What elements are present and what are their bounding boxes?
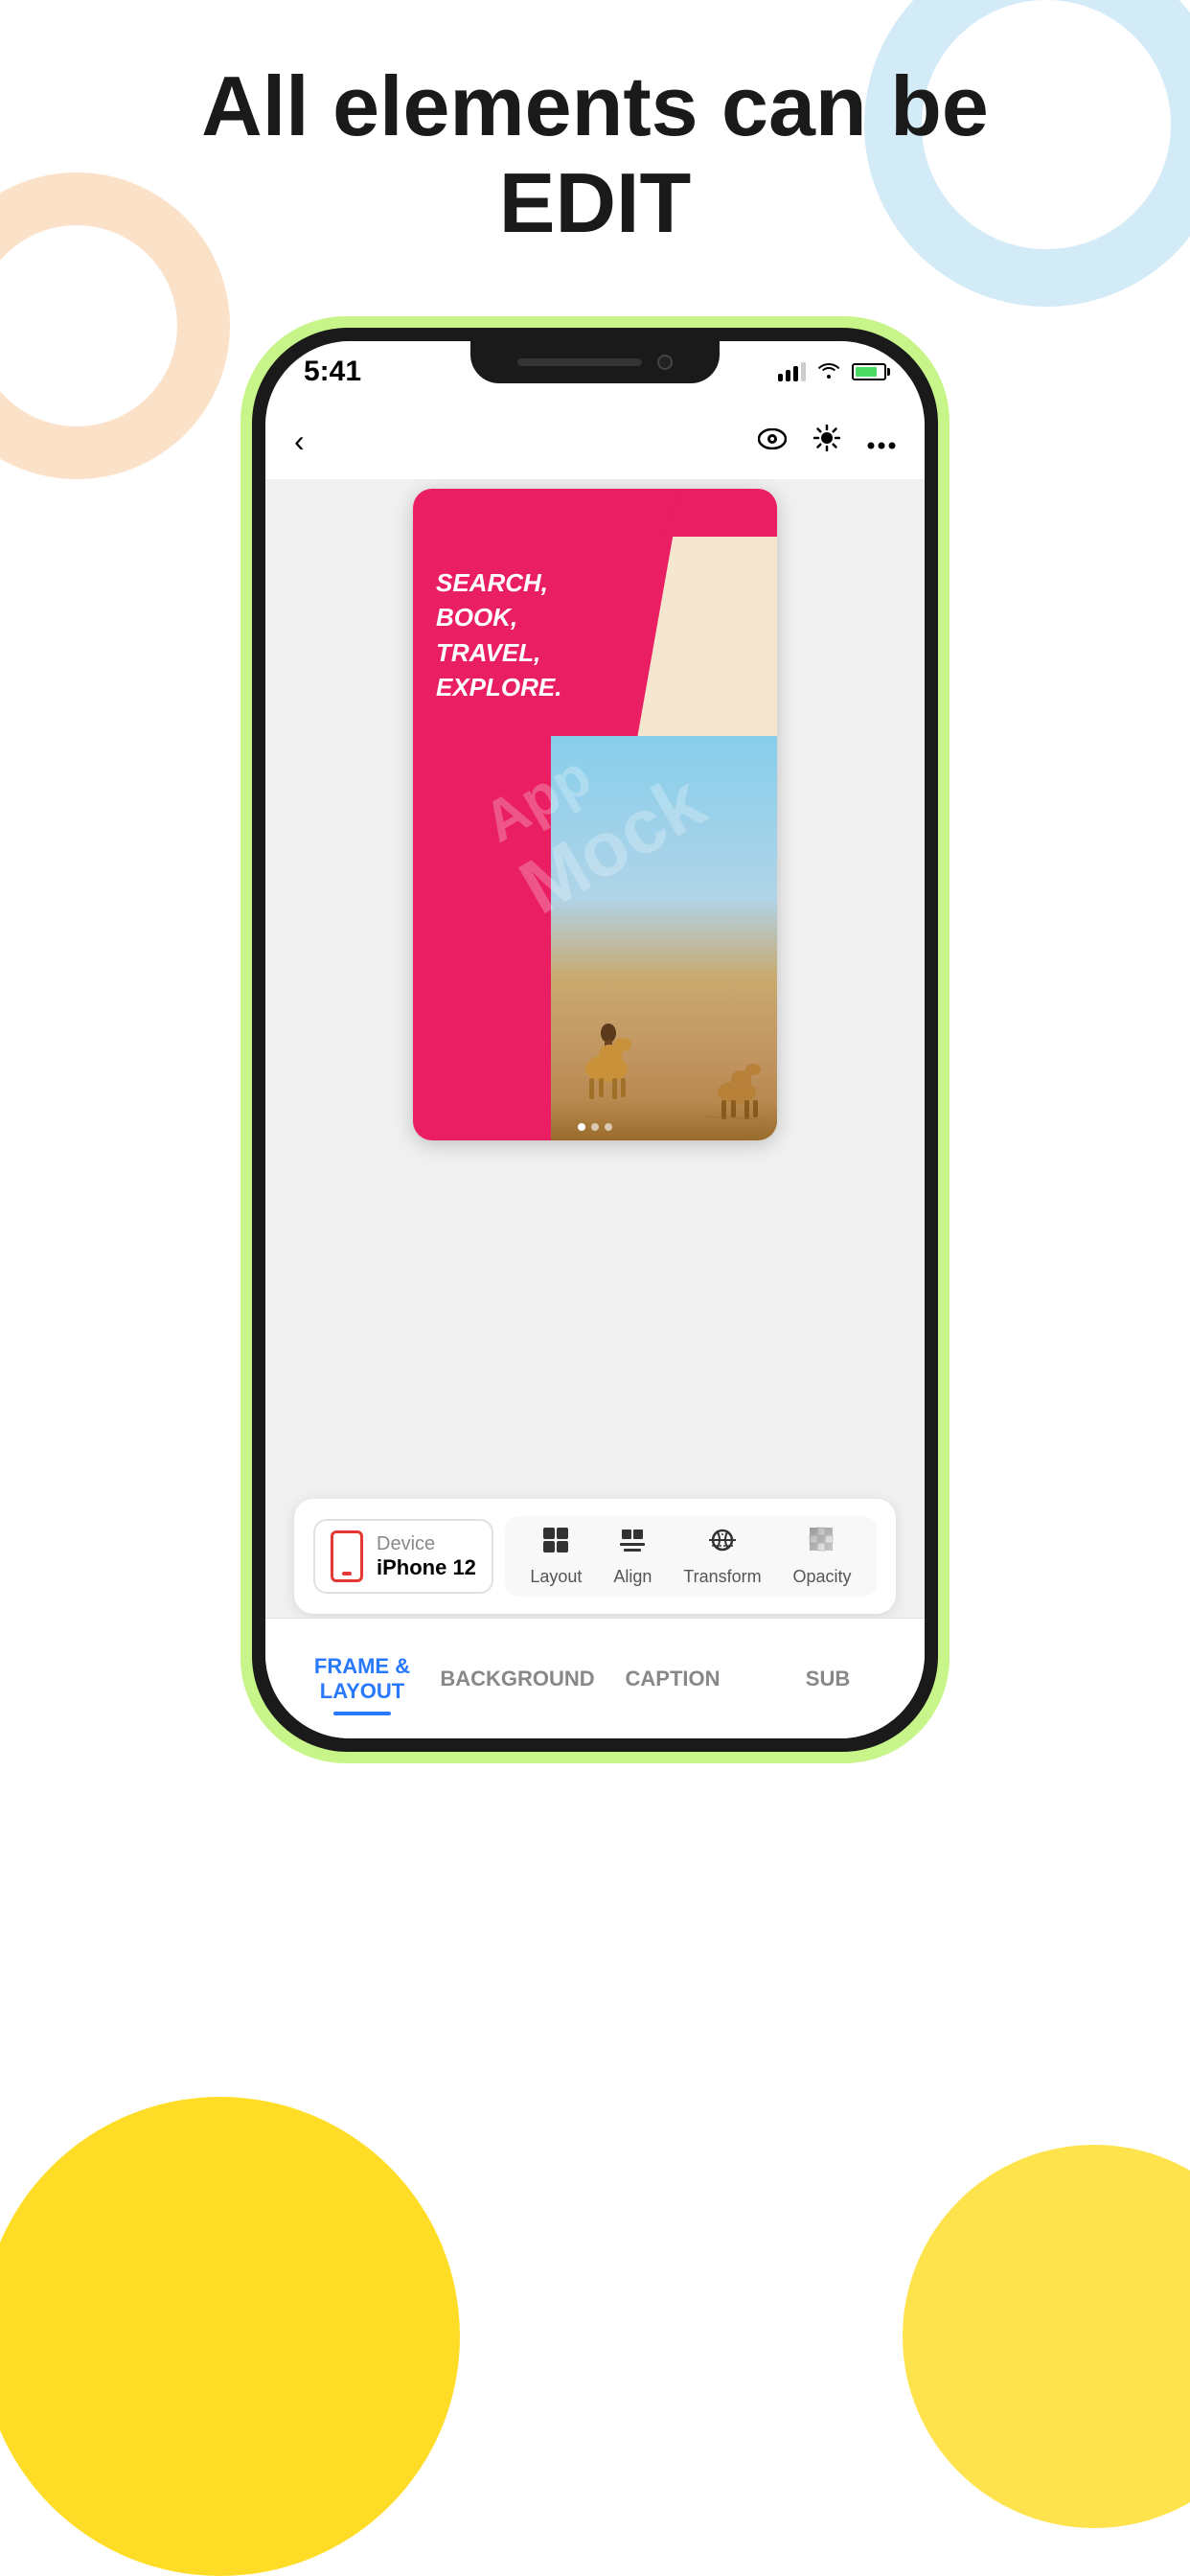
transform-icon [708,1526,737,1561]
battery-icon [852,363,886,380]
dot-2 [591,1123,599,1131]
page-title: All elements can be EDIT [0,58,1190,251]
dot-1 [578,1123,585,1131]
signal-bar-2 [786,370,790,381]
layout-label: Layout [530,1567,582,1587]
design-preview-card: SEARCH, BOOK, TRAVEL, EXPLORE. App Mock [413,489,777,1140]
tab-frame-layout[interactable]: FRAME & LAYOUT [285,1644,440,1714]
notch-bar [517,358,642,366]
travel-line-2: BOOK, [436,600,561,634]
phone-mockup: 5:41 [240,316,950,1763]
battery-fill [856,367,877,377]
status-icons [778,359,886,384]
layout-icon [541,1526,570,1561]
bottom-toolbar: Device iPhone 12 [294,1499,896,1614]
device-label: Device [377,1533,476,1555]
travel-line-3: TRAVEL, [436,635,561,670]
top-nav: ‹ [265,402,925,479]
device-phone-icon [331,1530,363,1582]
tab-sub[interactable]: SUB [750,1657,905,1701]
notch-camera [657,355,673,370]
device-name: iPhone 12 [377,1555,476,1580]
travel-text-overlay: SEARCH, BOOK, TRAVEL, EXPLORE. [436,565,561,705]
transform-label: Transform [683,1567,761,1587]
travel-line-4: EXPLORE. [436,670,561,704]
page-dots [578,1123,612,1131]
toolbar-tools: Layout [505,1516,877,1597]
opacity-icon [808,1526,836,1561]
signal-bar-1 [778,374,783,381]
tool-layout[interactable]: Layout [530,1526,582,1587]
tab-background[interactable]: BACKGROUND [440,1657,595,1701]
sun-icon[interactable] [813,425,840,458]
dot-3 [605,1123,612,1131]
wifi-icon [817,359,840,384]
signal-bar-4 [801,362,806,381]
phone-screen: 5:41 [265,341,925,1738]
content-area: SEARCH, BOOK, TRAVEL, EXPLORE. App Mock [265,479,925,1738]
status-time: 5:41 [304,356,361,388]
nav-right-icons [758,425,896,458]
tab-caption[interactable]: CAPTION [595,1657,750,1701]
tool-align[interactable]: Align [613,1526,652,1587]
device-info: Device iPhone 12 [377,1533,476,1580]
more-icon[interactable] [867,426,896,456]
desert-photo [551,736,777,1140]
align-label: Align [613,1567,652,1587]
signal-bar-3 [793,366,798,381]
bottom-tabs: FRAME & LAYOUT BACKGROUND CAPTION SUB [265,1618,925,1738]
phone-notch [470,341,720,383]
bg-decoration-yellow-blob-right [903,2145,1190,2528]
bg-decoration-yellow-blob-left [0,2097,460,2576]
signal-icon [778,362,806,381]
align-icon [618,1526,647,1561]
travel-line-1: SEARCH, [436,565,561,600]
opacity-label: Opacity [793,1567,852,1587]
design-background: SEARCH, BOOK, TRAVEL, EXPLORE. App Mock [413,489,777,1140]
eye-icon[interactable] [758,426,787,456]
back-button[interactable]: ‹ [294,424,305,459]
phone-body: 5:41 [252,328,938,1752]
tool-opacity[interactable]: Opacity [793,1526,852,1587]
device-selector[interactable]: Device iPhone 12 [313,1519,493,1594]
tool-transform[interactable]: Transform [683,1526,761,1587]
